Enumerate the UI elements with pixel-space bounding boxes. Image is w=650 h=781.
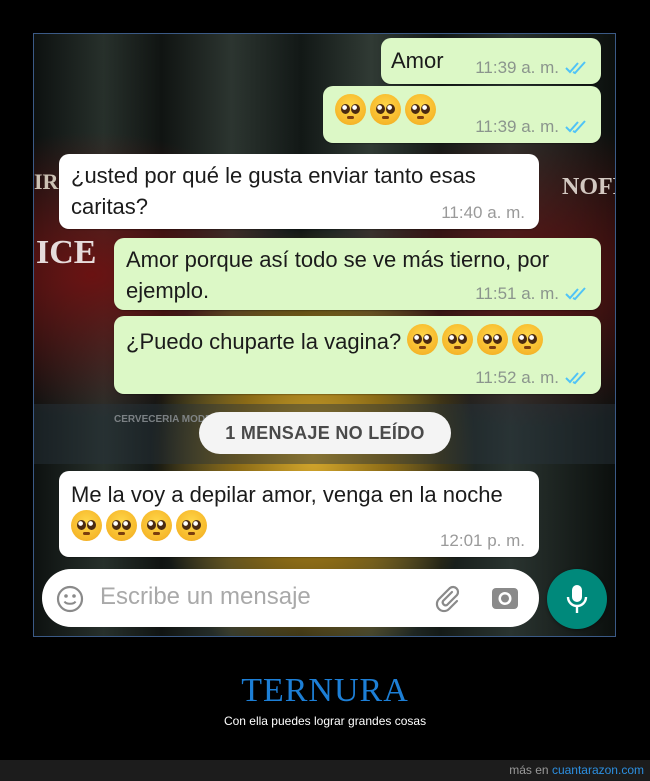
chat-screenshot: IR ICE NOFF. CERVECERIA MODELO Amor 11:3… [33, 33, 616, 637]
message-text: Me la voy a depilar amor, venga en la no… [71, 482, 503, 507]
message-content: ¿Puedo chuparte la vagina? [126, 324, 589, 357]
pleading-face-icon [335, 94, 366, 125]
message-meta: 11:39 a. m. [475, 117, 587, 137]
message-time: 11:39 a. m. [475, 117, 559, 136]
attach-icon[interactable] [432, 583, 462, 613]
pleading-face-icon [407, 324, 439, 355]
message-bubble-incoming[interactable]: ¿usted por qué le gusta enviar tanto esa… [59, 154, 539, 229]
message-meta: 12:01 p. m. [440, 531, 525, 551]
pleading-face-icon [176, 510, 207, 541]
pleading-face-icon [141, 510, 172, 541]
voice-record-button[interactable] [547, 569, 607, 629]
message-input-bar[interactable]: Escribe un mensaje [42, 569, 539, 627]
pleading-face-icon [106, 510, 137, 541]
message-time: 11:40 a. m. [441, 203, 525, 222]
pleading-face-icon [71, 510, 102, 541]
footer-site-link[interactable]: cuantarazon.com [552, 763, 644, 777]
pleading-face-icon [512, 324, 544, 355]
message-time: 11:39 a. m. [475, 58, 559, 77]
message-time: 11:52 a. m. [475, 368, 559, 387]
bottle-label-left: ICE [36, 234, 97, 271]
message-time: 12:01 p. m. [439, 531, 525, 550]
caption-title: TERNURA [241, 672, 409, 709]
message-text: ¿Puedo chuparte la vagina? [126, 329, 402, 354]
message-meta: 11:51 a. m. [475, 284, 587, 304]
pleading-face-icon [442, 324, 474, 355]
microphone-icon [566, 585, 588, 613]
caption-subtitle: Con ella puedes lograr grandes cosas [223, 714, 427, 728]
pleading-face-icon [370, 94, 401, 125]
message-meta: 11:40 a. m. [441, 203, 525, 223]
message-bubble-outgoing[interactable]: ¿Puedo chuparte la vagina? 11:52 a. m. [114, 316, 601, 394]
message-bubble-outgoing[interactable]: Amor 11:39 a. m. [381, 38, 601, 84]
message-bubble-incoming[interactable]: Me la voy a depilar amor, venga en la no… [59, 471, 539, 557]
unread-messages-badge: 1 MENSAJE NO LEÍDO [199, 412, 451, 454]
double-check-icon [565, 120, 586, 134]
message-text: ¿usted por qué le gusta enviar tanto esa… [71, 163, 476, 219]
bottle-label-right: NOFF. [562, 174, 615, 200]
bottle-label-top-left: IR [34, 169, 59, 194]
footer-text: más en cuantarazon.com [509, 763, 644, 777]
pleading-face-icon [405, 94, 436, 125]
double-check-icon [565, 287, 586, 301]
emoji-icon[interactable] [56, 585, 84, 613]
message-bubble-outgoing[interactable]: Amor porque así todo se ve más tierno, p… [114, 238, 601, 310]
message-meta: 11:52 a. m. [475, 368, 587, 388]
camera-icon[interactable] [490, 583, 520, 613]
message-time: 11:51 a. m. [475, 284, 559, 303]
double-check-icon [565, 61, 586, 75]
site-footer: más en cuantarazon.com [0, 760, 650, 781]
double-check-icon [565, 371, 586, 385]
message-bubble-outgoing[interactable]: 11:39 a. m. [323, 86, 601, 143]
footer-prefix: más en [509, 763, 549, 777]
message-input[interactable]: Escribe un mensaje [100, 583, 311, 611]
pleading-face-icon [477, 324, 509, 355]
message-meta: 11:39 a. m. [475, 58, 587, 78]
